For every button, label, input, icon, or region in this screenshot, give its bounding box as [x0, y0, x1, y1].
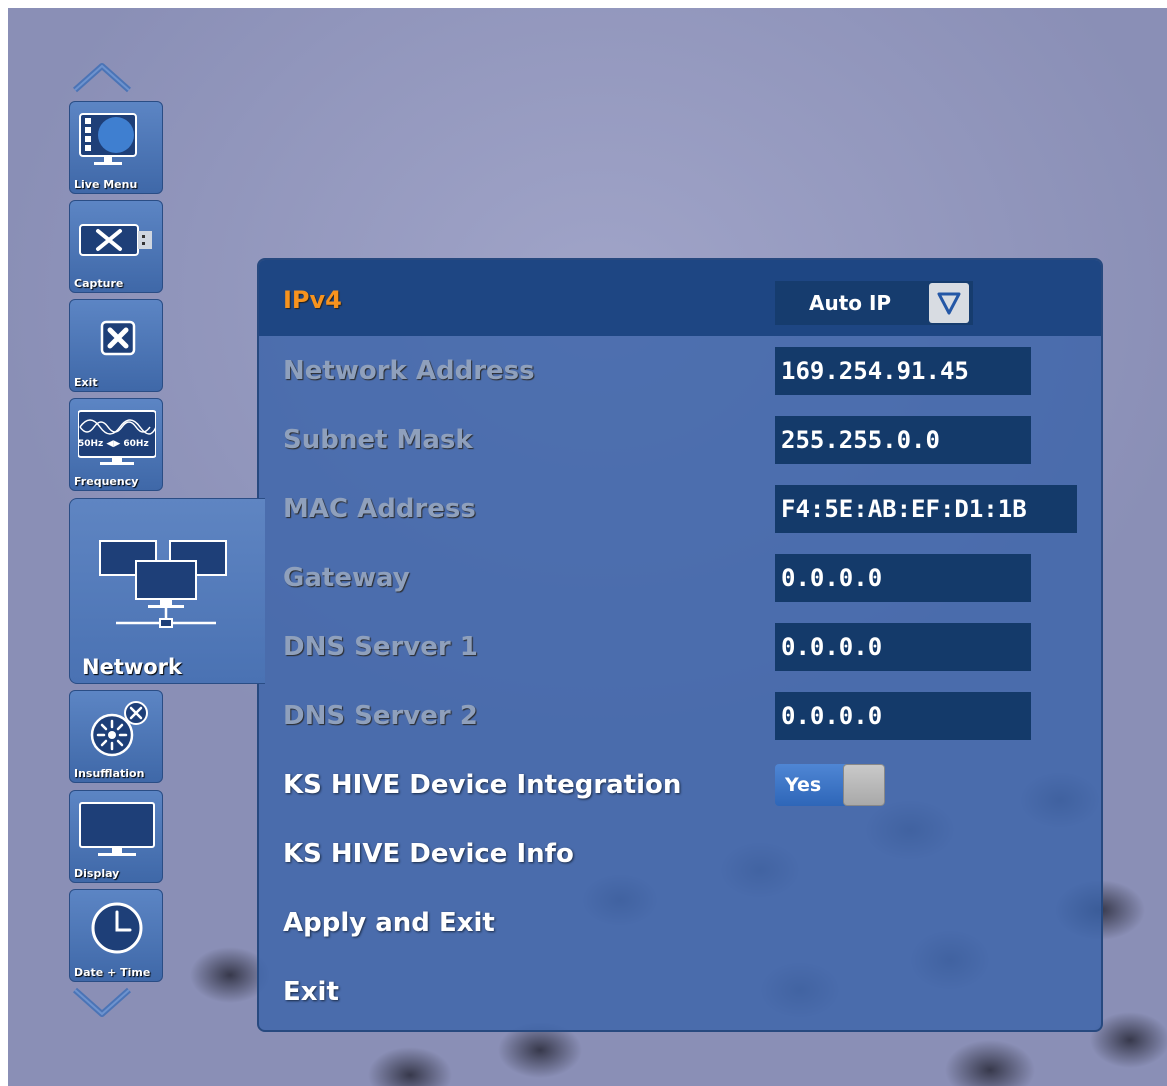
frequency-icon-text: 50Hz ◀▶ 60Hz: [78, 439, 149, 449]
toggle-value: Yes: [785, 773, 822, 796]
insufflation-icon: [78, 699, 156, 761]
subnet-mask-row: Subnet Mask 255.255.0.0: [259, 405, 1101, 474]
sidebar-item-network[interactable]: Network: [69, 498, 265, 684]
gateway-label: Gateway: [283, 562, 410, 593]
chevron-down-icon[interactable]: [72, 986, 132, 1020]
capture-usb-tools-icon: [78, 209, 156, 271]
sidebar-item-label: Insufflation: [74, 767, 145, 780]
hive-integration-toggle[interactable]: Yes: [775, 763, 885, 806]
sidebar-item-label: Frequency: [74, 475, 139, 488]
dns-server-1-field[interactable]: 0.0.0.0: [775, 622, 1031, 671]
dns-server-2-label: DNS Server 2: [283, 700, 478, 731]
mac-address-field[interactable]: F4:5E:AB:EF:D1:1B: [775, 484, 1077, 533]
network-address-field[interactable]: 169.254.91.45: [775, 346, 1031, 395]
dns-server-1-label: DNS Server 1: [283, 631, 478, 662]
exit-row[interactable]: Exit: [259, 957, 1101, 1026]
toggle-knob[interactable]: [843, 763, 885, 806]
live-menu-monitor-icon: [78, 110, 156, 172]
display-monitor-icon: [78, 799, 156, 861]
sidebar-item-display[interactable]: Display: [69, 790, 163, 883]
apply-and-exit-row[interactable]: Apply and Exit: [259, 888, 1101, 957]
sidebar-item-label: Network: [82, 655, 183, 679]
sidebar-item-insufflation[interactable]: Insufflation: [69, 690, 163, 783]
network-address-label: Network Address: [283, 355, 535, 386]
network-monitors-icon: [96, 535, 236, 635]
chevron-up-icon[interactable]: [72, 60, 132, 94]
dns-server-2-row: DNS Server 2 0.0.0.0: [259, 681, 1101, 750]
sidebar-item-label: Live Menu: [74, 178, 138, 191]
sidebar-item-exit[interactable]: Exit: [69, 299, 163, 392]
ipv4-header-row: IPv4 Auto IP: [259, 260, 1101, 336]
sidebar-item-frequency[interactable]: 50Hz ◀▶ 60Hz Frequency: [69, 398, 163, 491]
ipv4-label: IPv4: [283, 286, 342, 314]
subnet-mask-label: Subnet Mask: [283, 424, 473, 455]
network-settings-panel: IPv4 Auto IP Network Address 169.254.91.…: [257, 258, 1103, 1032]
ip-mode-value: Auto IP: [809, 291, 892, 315]
frequency-wave-icon: [77, 407, 157, 469]
network-address-row: Network Address 169.254.91.45: [259, 336, 1101, 405]
sidebar-item-label: Capture: [74, 277, 124, 290]
sidebar-item-label: Date + Time: [74, 966, 151, 979]
sidebar-item-label: Display: [74, 867, 120, 880]
dns-server-2-field[interactable]: 0.0.0.0: [775, 691, 1031, 740]
mac-address-row: MAC Address F4:5E:AB:EF:D1:1B: [259, 474, 1101, 543]
sidebar-item-live-menu[interactable]: Live Menu: [69, 101, 163, 194]
gateway-row: Gateway 0.0.0.0: [259, 543, 1101, 612]
ip-mode-dropdown[interactable]: Auto IP: [775, 281, 973, 325]
gateway-field[interactable]: 0.0.0.0: [775, 553, 1031, 602]
hive-integration-row[interactable]: KS HIVE Device Integration Yes: [259, 750, 1101, 819]
apply-and-exit-button[interactable]: Apply and Exit: [283, 908, 495, 938]
dns-server-1-row: DNS Server 1 0.0.0.0: [259, 612, 1101, 681]
subnet-mask-field[interactable]: 255.255.0.0: [775, 415, 1031, 464]
hive-integration-label: KS HIVE Device Integration: [283, 769, 682, 800]
triangle-down-icon[interactable]: [929, 283, 969, 323]
sidebar-item-label: Exit: [74, 376, 98, 389]
sidebar-item-capture[interactable]: Capture: [69, 200, 163, 293]
mac-address-label: MAC Address: [283, 493, 476, 524]
hive-device-info-label[interactable]: KS HIVE Device Info: [283, 839, 574, 869]
clock-icon: [78, 898, 156, 960]
sidebar-item-date-time[interactable]: Date + Time: [69, 889, 163, 982]
exit-button[interactable]: Exit: [283, 977, 339, 1007]
exit-x-icon: [78, 308, 156, 370]
hive-device-info-row[interactable]: KS HIVE Device Info: [259, 819, 1101, 888]
